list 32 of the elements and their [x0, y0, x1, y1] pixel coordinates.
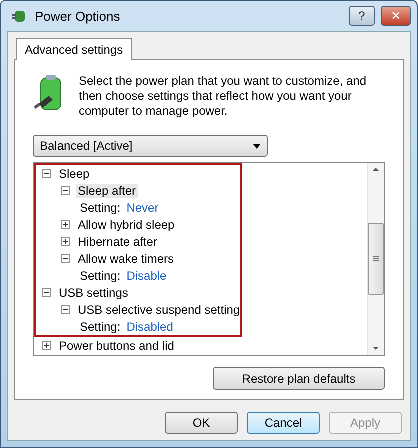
expand-icon[interactable] [61, 220, 70, 229]
tree-item[interactable]: Allow wake timers [76, 252, 176, 266]
tab[interactable]: Advanced settings [16, 38, 132, 60]
tree-item[interactable]: USB selective suspend setting [76, 302, 242, 316]
setting-label: Setting: [80, 268, 121, 282]
setting-label: Setting: [80, 200, 121, 214]
setting-label: Setting: [80, 320, 121, 334]
expand-icon[interactable] [61, 237, 70, 246]
dropdown-arrow-icon [253, 144, 261, 148]
setting-value[interactable]: Disabled [126, 320, 174, 334]
collapse-icon[interactable] [61, 186, 70, 195]
tree-item[interactable]: USB settings [57, 286, 130, 300]
setting-value[interactable]: Never [126, 200, 159, 214]
description-text: Select the power plan that you want to customize, and then choose settings that reflect how you want your computer to manage power. [79, 74, 368, 119]
dialog-button[interactable]: Cancel [247, 412, 320, 434]
dialog-button[interactable]: OK [165, 412, 238, 434]
collapse-icon[interactable] [42, 169, 51, 178]
tree-item[interactable]: Sleep after [76, 184, 138, 198]
tree-item[interactable]: Hibernate after [76, 234, 160, 248]
restore-defaults-button[interactable]: Restore plan defaults [213, 367, 385, 390]
tree-item[interactable]: Allow hybrid sleep [76, 218, 177, 232]
collapse-icon[interactable] [42, 288, 51, 297]
setting-value[interactable]: Disable [126, 268, 167, 282]
scrollbar-thumb[interactable] [368, 223, 384, 295]
plan-dropdown[interactable]: Balanced [Active] [33, 135, 268, 157]
window-title: Power Options [35, 8, 122, 24]
help-button[interactable]: ? [349, 6, 375, 26]
collapse-icon[interactable] [61, 305, 70, 314]
tree-item[interactable]: Power buttons and lid [57, 338, 176, 352]
collapse-icon[interactable] [61, 254, 70, 263]
expand-icon[interactable] [42, 341, 51, 350]
tree-item[interactable]: Sleep [57, 166, 92, 180]
